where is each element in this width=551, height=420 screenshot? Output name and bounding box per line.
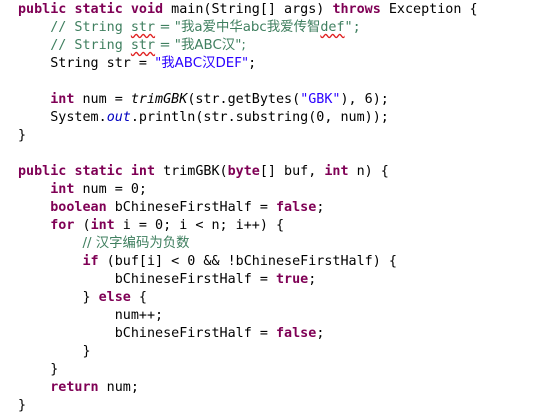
code-token: int	[50, 182, 75, 197]
code-token: num;	[98, 380, 139, 395]
code-token: [] buf,	[259, 164, 325, 179]
code-token: int	[90, 218, 115, 233]
code-token: trimGBK(	[155, 164, 228, 179]
code-token: "我ABC汉DEF"	[155, 56, 249, 71]
code-token: false	[276, 326, 317, 341]
code-token: num = 0;	[74, 182, 147, 197]
code-line: }	[18, 361, 58, 379]
code-token: ;	[316, 200, 325, 215]
code-line: bChineseFirstHalf = false;	[18, 325, 325, 343]
code-line: }	[18, 343, 91, 361]
code-token: // 汉字编码为负数	[82, 236, 190, 251]
code-token: int	[130, 164, 156, 179]
code-token: num++;	[114, 308, 164, 323]
code-token: false	[276, 200, 317, 215]
code-line: boolean bChineseFirstHalf = false;	[18, 199, 324, 217]
code-token: int	[324, 164, 349, 179]
code-line: public static int trimGBK(byte[] buf, in…	[18, 163, 389, 181]
code-token: boolean	[50, 200, 107, 215]
code-line: }	[18, 127, 26, 145]
code-token: public	[18, 164, 67, 179]
code-line: public static void main(String[] args) t…	[18, 1, 478, 19]
code-token: i = 0; i < n; i++) {	[114, 218, 285, 233]
code-token: bChineseFirstHalf =	[114, 272, 276, 287]
code-token: .println(str.substring(0, num));	[130, 110, 389, 125]
code-token: "GBK"	[300, 92, 341, 107]
code-token: ";	[344, 20, 361, 35]
code-token: System.	[50, 110, 107, 125]
code-token: ;	[308, 272, 317, 287]
code-token: main(String[] args)	[163, 2, 333, 17]
code-token: }	[82, 290, 99, 305]
code-token: str	[130, 38, 156, 53]
code-token: = "我ABC汉";	[155, 38, 246, 53]
code-line: bChineseFirstHalf = true;	[18, 271, 317, 289]
code-token: if	[82, 254, 99, 269]
code-token: ;	[248, 56, 257, 71]
code-token: bChineseFirstHalf =	[106, 200, 276, 215]
code-line: String str = "我ABC汉DEF";	[18, 55, 256, 73]
code-line: }	[18, 397, 26, 415]
code-line: if (buf[i] < 0 && !bChineseFirstHalf) {	[18, 253, 397, 271]
code-token: true	[276, 272, 309, 287]
code-token: for	[50, 218, 75, 233]
code-line: System.out.println(str.substring(0, num)…	[18, 109, 389, 127]
code-token: def	[320, 20, 345, 35]
code-token: (buf[i] < 0 && !bChineseFirstHalf) {	[98, 254, 397, 269]
code-line: } else {	[18, 289, 148, 307]
code-line: // 汉字编码为负数	[18, 235, 190, 253]
code-token: byte	[227, 164, 260, 179]
code-token: out	[106, 110, 131, 125]
code-line: int num = trimGBK(str.getBytes("GBK"), 6…	[18, 91, 389, 109]
code-token: static	[74, 164, 123, 179]
code-token: n) {	[348, 164, 389, 179]
code-token: }	[18, 128, 27, 143]
code-token: void	[130, 2, 164, 17]
code-token: ), 6);	[340, 92, 389, 107]
code-token: return	[50, 380, 99, 395]
code-token: }	[18, 398, 27, 413]
code-token: str	[130, 20, 156, 35]
code-token: // String	[50, 38, 131, 53]
code-token: throws	[332, 2, 381, 17]
code-line: // String str = "我ABC汉";	[18, 37, 246, 55]
code-token: (str.getBytes(	[187, 92, 301, 107]
code-line: // String str = "我a爱中华abc我爱传智def";	[18, 19, 361, 37]
code-token: Exception {	[380, 2, 478, 17]
code-token: bChineseFirstHalf =	[114, 326, 276, 341]
code-token: else	[98, 290, 131, 305]
code-token: String str =	[50, 56, 156, 71]
code-line: num++;	[18, 307, 163, 325]
code-token: ;	[316, 326, 325, 341]
code-token: }	[50, 362, 59, 377]
code-token: }	[82, 344, 91, 359]
code-editor[interactable]: public static void main(String[] args) t…	[0, 0, 551, 420]
code-token: static	[74, 2, 123, 17]
code-token: int	[50, 92, 75, 107]
code-line: int num = 0;	[18, 181, 147, 199]
code-line: return num;	[18, 379, 139, 397]
code-token: = "我a爱中华abc我爱传智	[155, 20, 321, 35]
code-line: for (int i = 0; i < n; i++) {	[18, 217, 284, 235]
code-token: // String	[50, 20, 131, 35]
code-token: {	[130, 290, 147, 305]
code-token: num =	[74, 92, 131, 107]
code-token: (	[74, 218, 91, 233]
code-token: trimGBK	[130, 92, 188, 107]
code-token: public	[18, 2, 67, 17]
